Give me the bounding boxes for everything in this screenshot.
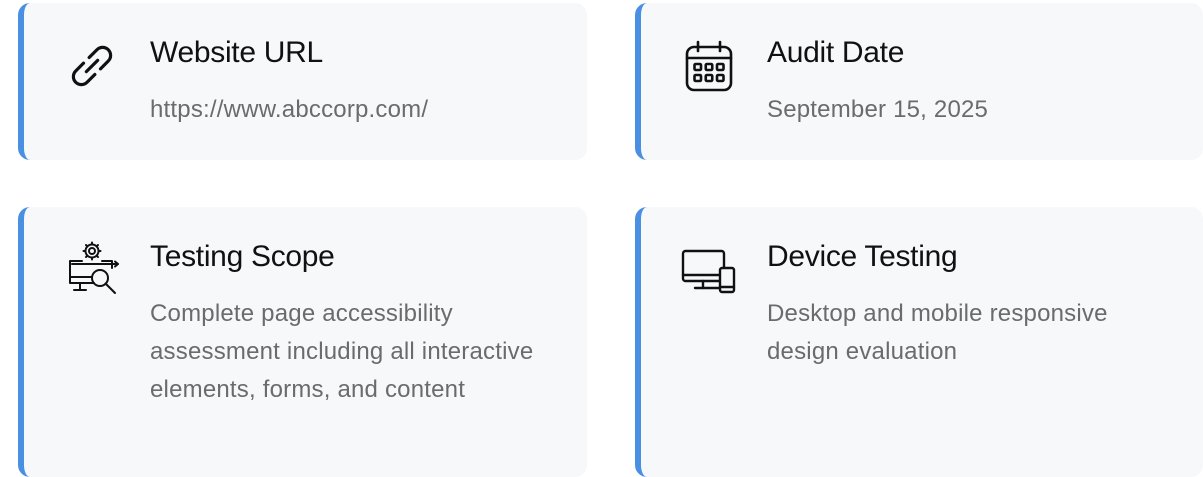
- website-url-value: https://www.abccorp.com/: [150, 96, 429, 123]
- audit-date-value: September 15, 2025: [767, 96, 989, 123]
- calendar-icon: [679, 36, 739, 96]
- device-testing-value: Desktop and mobile responsive design eva…: [767, 300, 1108, 365]
- testing-scope-card: Testing Scope Complete page accessibilit…: [18, 207, 587, 477]
- website-url-card: Website URL https://www.abccorp.com/: [18, 3, 587, 160]
- card-title: Audit Date: [767, 36, 905, 69]
- card-title: Device Testing: [767, 240, 958, 273]
- card-title: Testing Scope: [150, 240, 335, 273]
- desktop-mobile-icon: [679, 240, 739, 300]
- audit-date-card: Audit Date September 15, 2025: [635, 3, 1203, 160]
- testing-scope-value: Complete page accessibility assessment i…: [150, 300, 534, 403]
- card-title: Website URL: [150, 36, 323, 69]
- link-icon: [62, 36, 122, 96]
- monitor-search-gear-icon: [62, 240, 122, 300]
- device-testing-card: Device Testing Desktop and mobile respon…: [635, 207, 1203, 477]
